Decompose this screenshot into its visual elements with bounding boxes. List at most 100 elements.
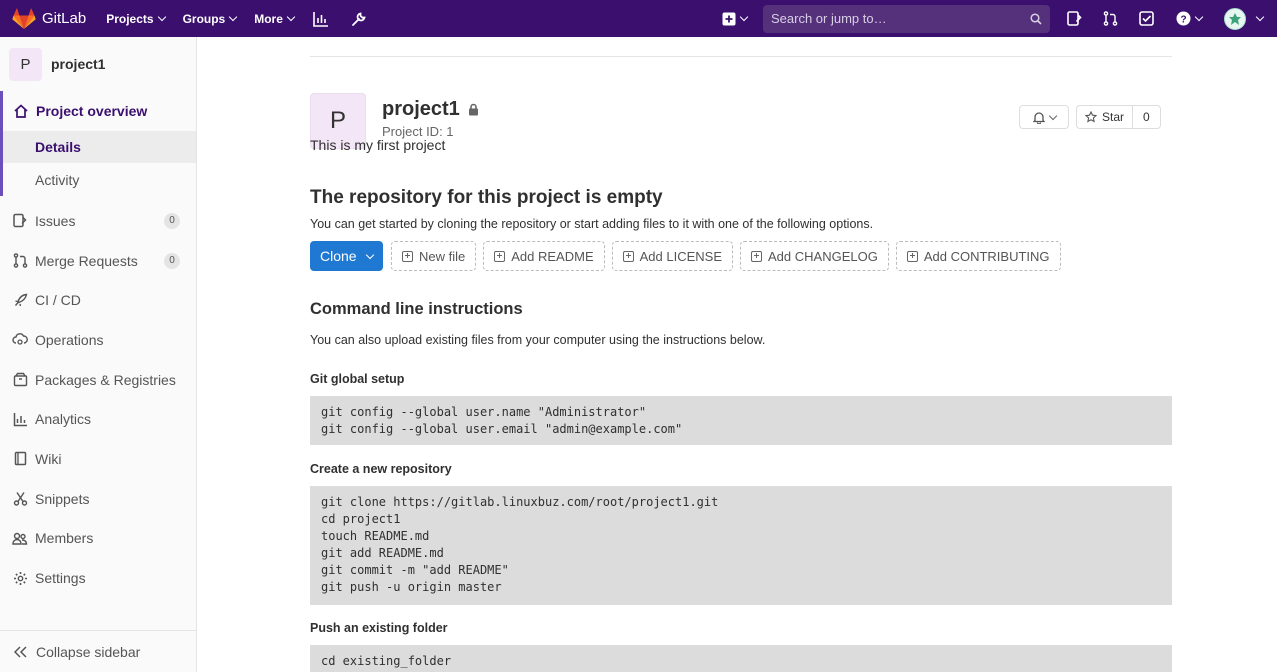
- sidebar-project-name: project1: [51, 56, 106, 72]
- rocket-icon: [12, 292, 28, 308]
- project-avatar: P: [9, 47, 42, 81]
- merge-requests-nav-icon[interactable]: [1102, 11, 1118, 27]
- book-icon: [12, 451, 28, 467]
- sidebar-item-operations[interactable]: Operations: [0, 320, 196, 360]
- search-icon: [1030, 12, 1042, 25]
- create-repo-code: git clone https://gitlab.linuxbuz.com/ro…: [310, 486, 1172, 605]
- brand-name: GitLab: [42, 10, 87, 27]
- sidebar-item-merge-requests[interactable]: Merge Requests 0: [0, 241, 196, 281]
- merge-request-icon: [12, 253, 28, 269]
- chevron-down-icon: [157, 12, 166, 22]
- more-menu[interactable]: More: [254, 12, 296, 26]
- bell-icon: [1032, 111, 1045, 124]
- cli-intro: You can also upload existing files from …: [310, 333, 766, 347]
- search-placeholder: Search or jump to…: [771, 11, 887, 26]
- sidebar-subitem-activity[interactable]: Activity: [3, 163, 196, 196]
- svg-text:?: ?: [1180, 14, 1186, 25]
- chart-icon: [12, 411, 28, 427]
- plus-square-icon: [402, 250, 413, 262]
- issues-nav-icon[interactable]: [1066, 11, 1082, 27]
- sidebar-item-label: Packages & Registries: [35, 371, 176, 388]
- sidebar-item-issues[interactable]: Issues 0: [0, 201, 196, 241]
- help-icon: ?: [1176, 11, 1191, 26]
- plus-square-icon: [494, 250, 506, 262]
- merge-requests-count-badge: 0: [164, 252, 180, 269]
- sidebar-item-project-overview[interactable]: Project overview: [3, 91, 196, 131]
- chevron-down-icon: [365, 250, 375, 259]
- breadcrumb: [310, 37, 1172, 57]
- gitlab-tanuki-icon: [12, 7, 36, 29]
- project-sidebar: P project1 Project overview Details Acti…: [0, 37, 197, 672]
- sidebar-item-label: Wiki: [35, 450, 62, 467]
- admin-wrench-icon[interactable]: [350, 10, 368, 28]
- package-icon: [12, 372, 28, 388]
- sidebar-project-header[interactable]: P project1: [0, 37, 196, 91]
- main-content: P project1 Project ID: 1 Star 0: [310, 37, 1172, 149]
- clone-button[interactable]: Clone: [310, 241, 383, 271]
- star-icon: [1085, 111, 1097, 123]
- notification-dropdown[interactable]: [1019, 105, 1069, 129]
- double-chevron-left-icon: [14, 645, 27, 658]
- sidebar-item-members[interactable]: Members: [0, 519, 196, 559]
- star-button[interactable]: Star: [1077, 106, 1134, 128]
- star-button-group: Star 0: [1076, 105, 1161, 129]
- add-changelog-button[interactable]: Add CHANGELOG: [740, 241, 889, 271]
- issues-icon: [12, 213, 28, 229]
- sidebar-item-label: Project overview: [36, 103, 148, 119]
- add-license-button[interactable]: Add LICENSE: [611, 241, 733, 271]
- collapse-sidebar-button[interactable]: Collapse sidebar: [0, 630, 196, 672]
- issues-count-badge: 0: [164, 212, 180, 229]
- sidebar-subitem-details[interactable]: Details: [3, 131, 196, 163]
- gitlab-logo[interactable]: GitLab: [12, 7, 87, 30]
- chevron-down-icon: [228, 12, 238, 22]
- sidebar-item-snippets[interactable]: Snippets: [0, 479, 196, 519]
- empty-repo-heading: The repository for this project is empty: [310, 187, 663, 208]
- push-folder-heading: Push an existing folder: [310, 621, 448, 635]
- chevron-down-icon: [1048, 111, 1057, 120]
- git-global-setup-code: git config --global user.name "Administr…: [310, 396, 1172, 445]
- new-file-button[interactable]: New file: [391, 241, 477, 271]
- chevron-down-icon: [286, 12, 296, 22]
- sidebar-item-settings[interactable]: Settings: [0, 558, 196, 598]
- create-repo-heading: Create a new repository: [310, 462, 452, 476]
- git-global-setup-heading: Git global setup: [310, 372, 405, 386]
- user-avatar[interactable]: [1224, 7, 1246, 30]
- activity-chart-icon[interactable]: [312, 10, 330, 28]
- sidebar-item-ci-cd[interactable]: CI / CD: [0, 280, 196, 320]
- project-header: P project1 Project ID: 1 Star 0: [310, 57, 1172, 149]
- sidebar-item-wiki[interactable]: Wiki: [0, 439, 196, 479]
- projects-menu[interactable]: Projects: [106, 12, 166, 26]
- sidebar-item-label: Operations: [35, 331, 104, 348]
- sidebar-item-packages-registries[interactable]: Packages & Registries: [0, 360, 196, 400]
- add-readme-button[interactable]: Add README: [483, 241, 605, 271]
- sidebar-item-analytics[interactable]: Analytics: [0, 399, 196, 439]
- groups-menu[interactable]: Groups: [183, 12, 238, 26]
- sidebar-item-label: Snippets: [35, 490, 90, 507]
- chevron-down-icon: [1194, 12, 1204, 22]
- sidebar-item-label: Analytics: [35, 411, 92, 428]
- sidebar-item-label: Members: [35, 530, 94, 547]
- add-contributing-button[interactable]: Add CONTRIBUTING: [895, 241, 1061, 271]
- plus-square-icon: [622, 250, 634, 262]
- help-dropdown[interactable]: ?: [1174, 11, 1204, 27]
- todos-nav-icon[interactable]: [1138, 11, 1154, 27]
- empty-repo-actions: Clone New file Add README Add LICENSE Ad…: [310, 241, 1068, 271]
- sidebar-item-label: Merge Requests: [35, 252, 138, 269]
- project-overview-section: Project overview Details Activity: [0, 91, 196, 196]
- new-dropdown-button[interactable]: [722, 12, 749, 26]
- empty-repo-subtext: You can get started by cloning the repos…: [310, 217, 874, 231]
- identicon-icon: [1229, 12, 1241, 25]
- user-chevron-down-icon[interactable]: [1255, 12, 1265, 22]
- top-navbar: GitLab Projects Groups More Search or ju…: [0, 0, 1277, 37]
- search-input[interactable]: Search or jump to…: [763, 4, 1050, 33]
- star-count[interactable]: 0: [1133, 106, 1160, 128]
- project-description: This is my first project: [310, 137, 446, 153]
- collapse-sidebar-label: Collapse sidebar: [36, 643, 141, 660]
- lock-icon: [468, 103, 478, 116]
- sidebar-item-label: CI / CD: [35, 292, 81, 309]
- plus-square-icon: [906, 250, 918, 262]
- users-icon: [12, 530, 28, 546]
- chevron-down-icon: [739, 12, 749, 22]
- sidebar-item-label: Settings: [35, 570, 86, 587]
- push-folder-code: cd existing_folder: [310, 645, 1172, 672]
